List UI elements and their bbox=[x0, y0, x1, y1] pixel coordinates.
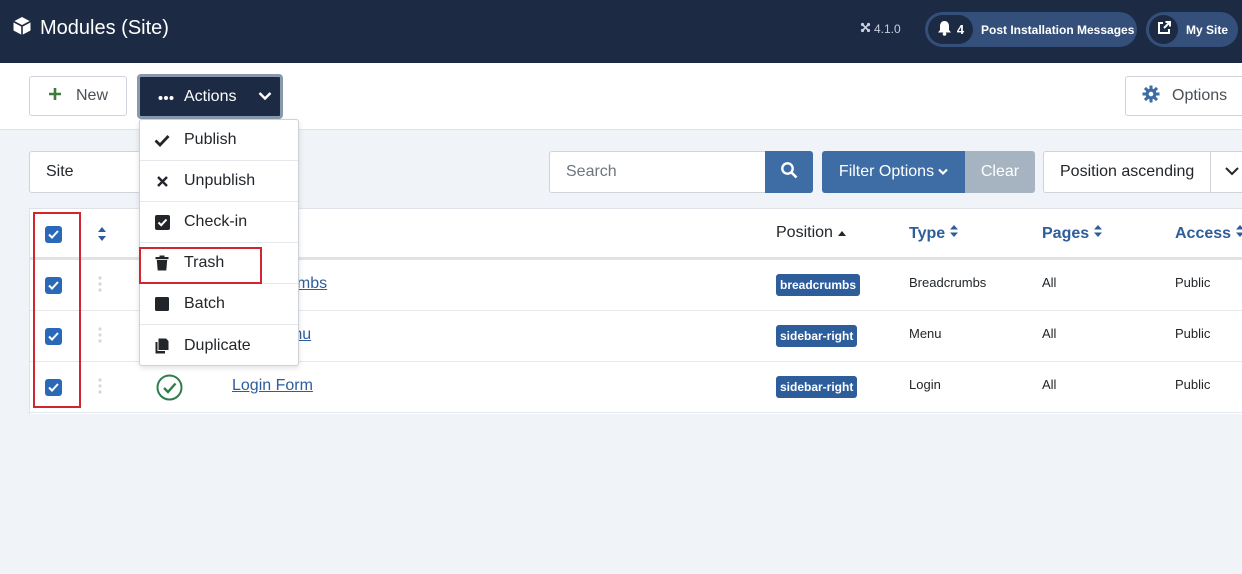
access-cell: Public bbox=[1175, 377, 1211, 392]
actions-dropdown-menu: Publish Unpublish Check-in Trash Batch D… bbox=[139, 119, 299, 366]
sort-icon bbox=[1235, 224, 1242, 243]
search-icon bbox=[780, 161, 798, 184]
position-header-label: Position bbox=[776, 224, 833, 241]
menu-item-publish[interactable]: Publish bbox=[140, 120, 298, 161]
module-title-link[interactable]: Login Form bbox=[232, 377, 313, 395]
chevron-down-icon bbox=[258, 88, 272, 106]
external-link-icon bbox=[1156, 20, 1172, 39]
drag-handle-icon[interactable] bbox=[98, 276, 102, 297]
actions-button-label: Actions bbox=[184, 87, 237, 105]
position-badge: sidebar-right bbox=[776, 376, 858, 398]
position-badge: breadcrumbs bbox=[776, 274, 861, 296]
ordering-sort-icon[interactable] bbox=[97, 226, 107, 247]
pages-header-label: Pages bbox=[1042, 224, 1090, 242]
app-header: Modules (Site) 4.1.0 4 Post Installation… bbox=[0, 0, 1242, 63]
menu-item-label: Publish bbox=[184, 131, 237, 148]
page-heading: Modules (Site) bbox=[12, 16, 169, 41]
post-installation-messages-button[interactable]: 4 Post Installation Messages bbox=[925, 12, 1137, 47]
cube-icon bbox=[12, 16, 32, 41]
external-link-badge bbox=[1149, 15, 1178, 44]
access-column-header[interactable]: Access bbox=[1175, 224, 1242, 243]
pages-cell: All bbox=[1042, 377, 1057, 392]
menu-item-label: Unpublish bbox=[184, 172, 256, 189]
gear-icon bbox=[1142, 85, 1160, 108]
new-button-label: New bbox=[76, 87, 109, 104]
filter-options-button[interactable]: Filter Options bbox=[822, 151, 965, 193]
menu-item-batch[interactable]: Batch bbox=[140, 284, 298, 325]
version-number: 4.1.0 bbox=[874, 22, 901, 36]
access-header-label: Access bbox=[1175, 224, 1232, 242]
position-column-header[interactable]: Position bbox=[776, 224, 847, 242]
page-title: Modules (Site) bbox=[40, 17, 169, 39]
notification-count-badge: 4 bbox=[928, 15, 973, 44]
menu-item-unpublish[interactable]: Unpublish bbox=[140, 161, 298, 202]
menu-item-label: Duplicate bbox=[184, 336, 251, 354]
actions-button[interactable]: Actions bbox=[137, 74, 283, 119]
pages-cell: All bbox=[1042, 275, 1057, 290]
options-button[interactable]: Options bbox=[1125, 76, 1242, 116]
pages-column-header[interactable]: Pages bbox=[1042, 224, 1103, 243]
access-cell: Public bbox=[1175, 326, 1211, 341]
joomla-icon bbox=[860, 22, 871, 36]
plus-icon bbox=[48, 87, 62, 106]
check-icon bbox=[154, 132, 170, 148]
times-icon bbox=[154, 173, 170, 189]
drag-handle-icon[interactable] bbox=[98, 378, 102, 399]
type-cell: Breadcrumbs bbox=[909, 275, 987, 290]
type-cell: Menu bbox=[909, 326, 942, 341]
select-divider bbox=[1210, 152, 1211, 192]
copy-icon bbox=[154, 338, 170, 354]
check-square-icon bbox=[154, 214, 170, 230]
sort-up-icon bbox=[837, 224, 847, 242]
type-cell: Login bbox=[909, 377, 941, 392]
options-button-label: Options bbox=[1172, 87, 1228, 104]
search-input[interactable] bbox=[549, 151, 766, 193]
type-header-label: Type bbox=[909, 224, 946, 242]
pages-cell: All bbox=[1042, 326, 1057, 341]
version-label: 4.1.0 bbox=[860, 22, 901, 36]
menu-item-label: Batch bbox=[184, 295, 225, 312]
position-badge: sidebar-right bbox=[776, 325, 858, 347]
menu-item-check-in[interactable]: Check-in bbox=[140, 202, 298, 243]
client-select[interactable]: Site bbox=[29, 151, 141, 193]
type-column-header[interactable]: Type bbox=[909, 224, 959, 243]
square-icon bbox=[154, 296, 170, 312]
trash-highlight-box bbox=[139, 247, 262, 284]
my-site-label: My Site bbox=[1186, 22, 1229, 37]
search-button[interactable] bbox=[765, 151, 813, 193]
sort-icon bbox=[949, 224, 959, 243]
bell-icon bbox=[937, 20, 952, 39]
filter-options-label: Filter Options bbox=[838, 163, 935, 180]
chevron-down-icon bbox=[1224, 164, 1240, 182]
my-site-button[interactable]: My Site bbox=[1146, 12, 1238, 47]
published-status-icon[interactable] bbox=[156, 374, 183, 406]
new-button[interactable]: New bbox=[29, 76, 127, 116]
checkbox-highlight-box bbox=[33, 212, 81, 408]
sort-icon bbox=[1093, 224, 1103, 243]
sort-select[interactable]: Position ascending bbox=[1043, 151, 1242, 193]
menu-item-label: Check-in bbox=[184, 213, 248, 230]
post-installation-label: Post Installation Messages bbox=[981, 22, 1135, 37]
table-row: Login Form sidebar-right Login All Publi… bbox=[30, 362, 1242, 413]
clear-button[interactable]: Clear bbox=[965, 151, 1035, 193]
caret-down-icon bbox=[938, 163, 948, 181]
notification-count: 4 bbox=[956, 22, 965, 37]
drag-handle-icon[interactable] bbox=[98, 327, 102, 348]
access-cell: Public bbox=[1175, 275, 1211, 290]
menu-item-duplicate[interactable]: Duplicate bbox=[140, 325, 298, 366]
sort-select-value: Position ascending bbox=[1060, 163, 1195, 180]
ellipsis-icon bbox=[158, 88, 174, 106]
